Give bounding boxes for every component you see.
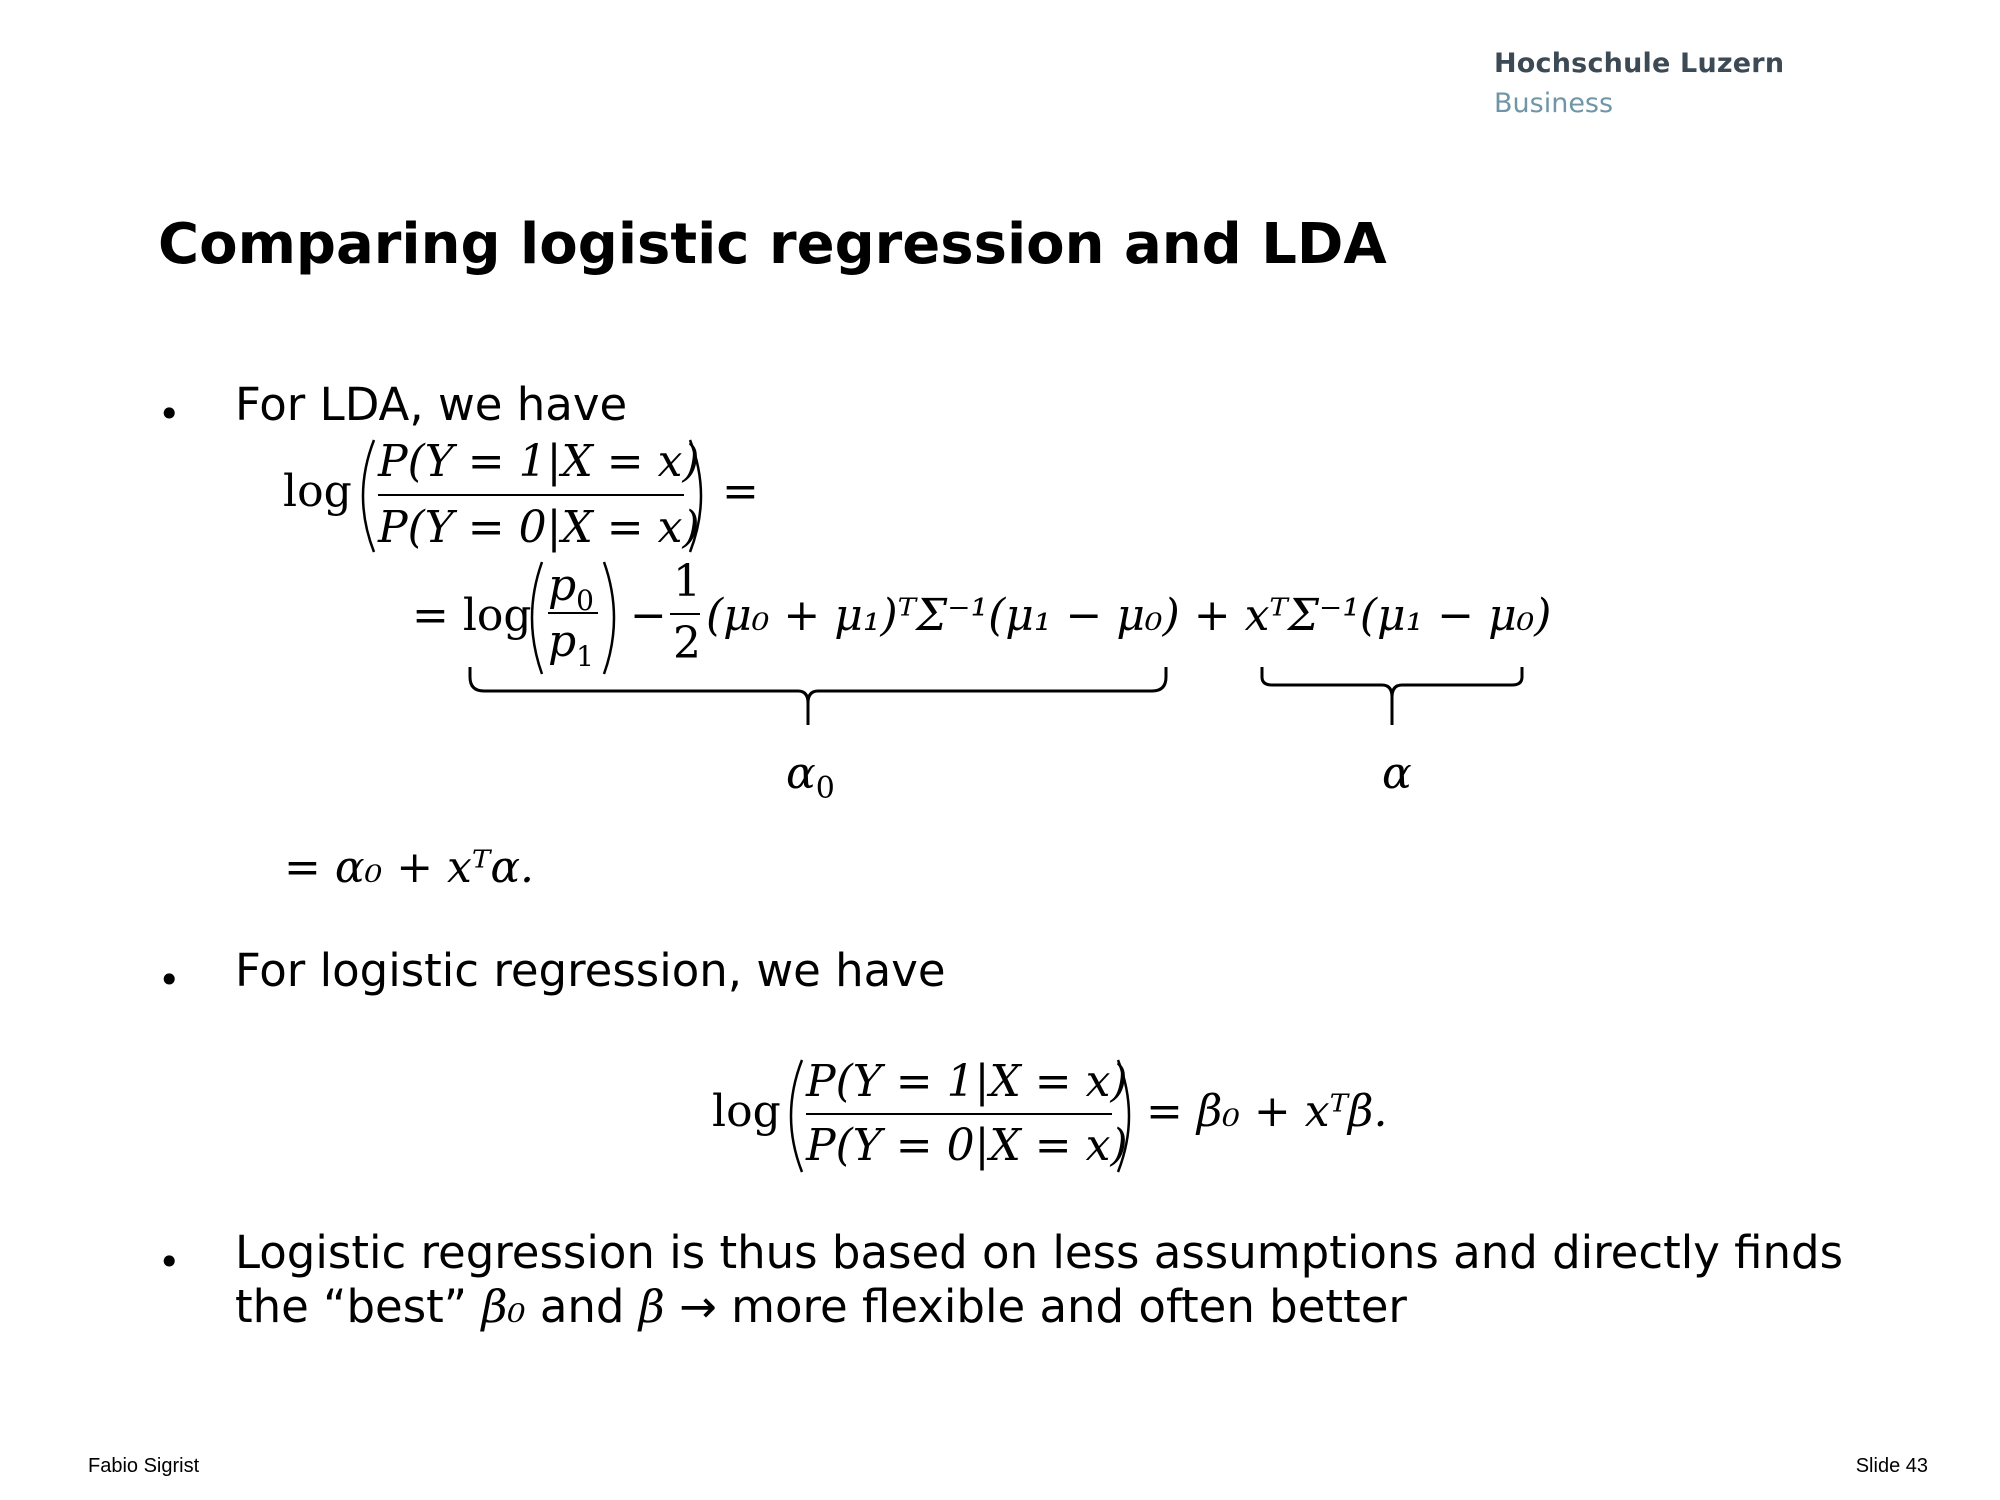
right-paren — [602, 561, 616, 675]
underbrace-alpha0 — [468, 667, 1168, 725]
lda-equals: = — [722, 466, 759, 517]
slide-title: Comparing logistic regression and LDA — [158, 212, 1387, 277]
lda-final: = α₀ + xᵀα. — [284, 842, 535, 893]
p0-numerator: p0 — [548, 560, 594, 617]
left-paren — [789, 1059, 804, 1173]
footer-author: Fabio Sigrist — [88, 1455, 200, 1477]
fraction-bar — [378, 494, 684, 496]
minus-sign: − — [630, 590, 667, 641]
underbrace-alpha — [1260, 667, 1524, 725]
half-numerator: 1 — [673, 556, 701, 607]
fraction-bar — [670, 613, 700, 615]
lda-line2-rest: (μ₀ + μ₁)ᵀΣ⁻¹(μ₁ − μ₀) + xᵀΣ⁻¹(μ₁ − μ₀) — [706, 590, 1552, 641]
bullet-marker: • — [158, 958, 181, 1002]
right-paren — [1116, 1059, 1131, 1173]
bullet-1-text: For LDA, we have — [235, 378, 628, 431]
underbraces — [468, 667, 1524, 725]
left-paren — [361, 439, 376, 553]
lr-log: log — [712, 1086, 781, 1137]
lr-denominator: P(Y = 0|X = x) — [806, 1120, 1128, 1171]
lr-rhs: = β₀ + xᵀβ. — [1146, 1086, 1388, 1137]
arrow-icon: → — [679, 1280, 717, 1333]
lda-numerator: P(Y = 1|X = x) — [378, 436, 700, 487]
fraction-bar — [806, 1113, 1112, 1115]
lr-numerator: P(Y = 1|X = x) — [806, 1056, 1128, 1107]
half-denominator: 2 — [673, 618, 701, 669]
right-paren — [688, 439, 703, 553]
beta-symbol: β — [638, 1280, 665, 1333]
bullet-2-text: For logistic regression, we have — [235, 944, 946, 997]
logo-line-1: Hochschule Luzern — [1494, 48, 1785, 79]
bullet-3-line1: Logistic regression is thus based on les… — [235, 1226, 1844, 1279]
bullet-marker: • — [158, 1240, 181, 1284]
lda-line2-prefix: = log — [412, 590, 532, 641]
lda-denominator: P(Y = 0|X = x) — [378, 502, 700, 553]
logo-line-2: Business — [1494, 88, 1614, 119]
lda-log: log — [283, 466, 352, 517]
alpha-label: α — [1382, 748, 1412, 799]
footer-slide-number: Slide 43 — [1855, 1455, 1928, 1477]
left-paren — [530, 561, 544, 675]
fraction-bar — [548, 612, 598, 614]
bullet-3-line2: the “best” β₀ and β → more flexible and … — [235, 1280, 1407, 1333]
alpha0-label: α0 — [786, 748, 835, 806]
beta0-symbol: β₀ — [481, 1280, 526, 1333]
bullet-marker: • — [158, 392, 181, 436]
